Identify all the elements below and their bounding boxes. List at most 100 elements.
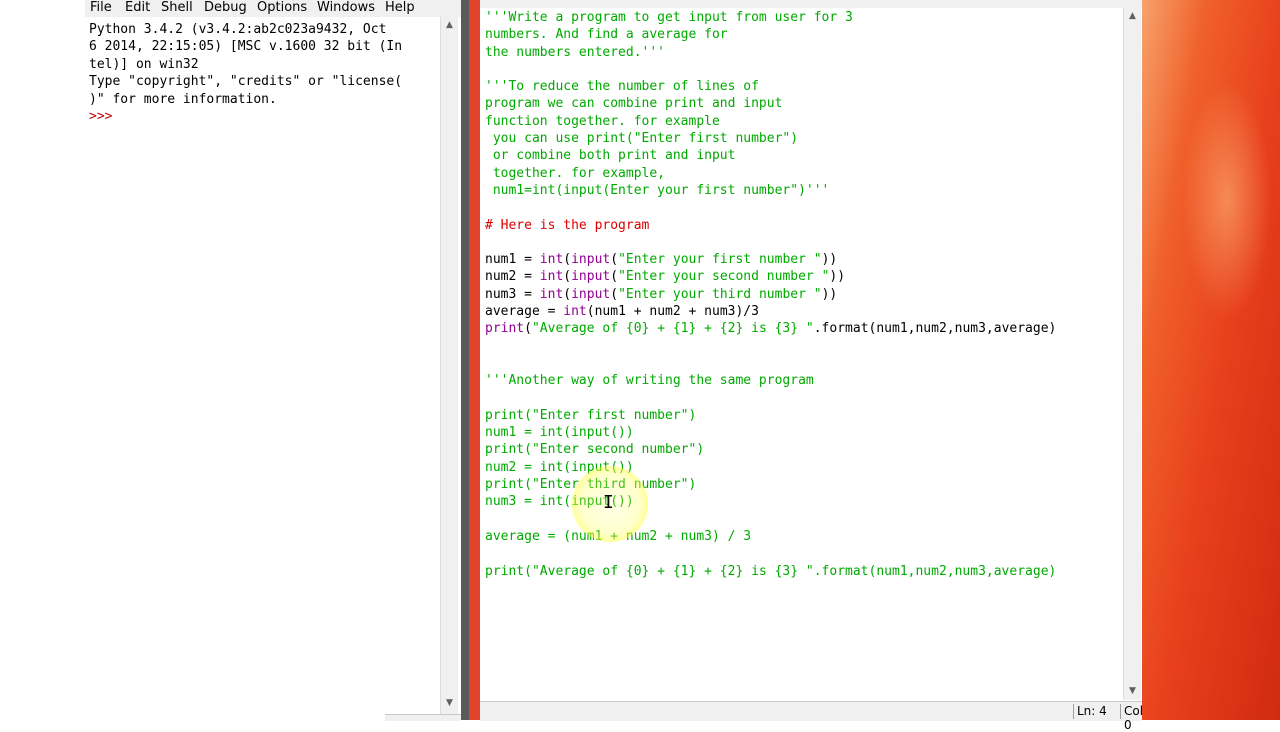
menu-shell[interactable]: Shell [161,0,193,16]
code-token: input [571,286,611,302]
code-line: average = int(num1 + num2 + num3)/3 [485,303,1125,320]
code-token: or combine both print and input [485,148,736,164]
desktop-glow [1182,80,1272,320]
code-line: print("Enter first number") [485,407,1125,424]
code-line: '''Another way of writing the same progr… [485,372,1125,389]
menu-windows[interactable]: Windows [317,0,375,16]
shell-scrollbar[interactable]: ▲ ▼ [440,17,458,717]
code-token: )) [821,252,838,268]
code-token: "Enter your first number " [618,252,822,268]
editor-title-edge [480,0,1142,8]
code-token: int [539,252,564,268]
shell-line: 6 2014, 22:15:05) [MSC v.1600 32 bit (In [89,39,403,55]
code-token: .format(num1,num2,num3,average) [813,321,1057,337]
code-line: '''To reduce the number of lines of [485,78,1125,95]
status-divider [1073,704,1074,719]
scroll-up-icon[interactable]: ▲ [441,17,458,34]
code-token: print("Enter first number") [485,407,697,423]
code-line: num3 = int(input("Enter your third numbe… [485,286,1125,303]
menu-options[interactable]: Options [257,0,307,16]
text-cursor-icon: I [603,492,614,513]
shell-prompt[interactable]: >>> [89,108,441,125]
code-token: num1 = int(input()) [485,425,634,441]
code-token: int [539,269,564,285]
scroll-down-icon[interactable]: ▼ [1124,683,1141,700]
editor-status-bar: Ln: 4 Col: 0 [480,701,1147,732]
code-token: '''Write a program to get input from use… [485,10,853,25]
code-token: ( [563,252,572,268]
desktop-background-edge [469,0,480,720]
code-line: num1 = int(input("Enter your first numbe… [485,251,1125,268]
code-token: ( [563,269,572,285]
code-line: num2 = int(input()) [485,459,1125,476]
code-token: ( [610,269,619,285]
code-token: (num1 + num2 + num3)/3 [586,304,759,320]
code-line: program we can combine print and input [485,95,1125,112]
code-token: you can use print("Enter first number") [485,131,799,147]
code-token: print("Average of {0} + {1} + {2} is {3}… [485,563,1057,579]
menu-help[interactable]: Help [385,0,415,16]
code-line: function together. for example [485,113,1125,130]
code-token: "Enter your third number " [618,286,822,302]
code-line: num1=int(input(Enter your first number")… [485,182,1125,199]
code-line: # Here is the program [485,217,1125,234]
code-token: input [571,252,611,268]
code-token: "Average of {0} + {1} + {2} is {3} " [531,321,814,337]
code-line: numbers. And find a average for [485,26,1125,43]
code-token: int [563,304,587,320]
code-line: average = (num1 + num2 + num3) / 3 [485,528,1125,545]
editor-scrollbar[interactable]: ▲ ▼ [1123,8,1141,700]
code-token: together. for example, [485,165,666,181]
code-line: num2 = int(input("Enter your second numb… [485,268,1125,285]
code-token: numbers. And find a average for [485,27,728,43]
code-token: ( [610,252,619,268]
code-token: int [539,286,564,302]
code-token: average = [485,304,564,320]
menu-debug[interactable]: Debug [204,0,247,16]
shell-output[interactable]: Python 3.4.2 (v3.4.2:ab2c023a9432, Oct 6 … [89,21,441,125]
code-token: num2 = [485,269,540,285]
code-line: print("Average of {0} + {1} + {2} is {3}… [485,563,1125,580]
shell-line: Type "copyright", "credits" or "license( [89,74,403,90]
scroll-down-icon[interactable]: ▼ [441,695,458,712]
code-token: )) [829,269,846,285]
code-line: the numbers entered.''' [485,44,1125,61]
code-token: the numbers entered.''' [485,44,666,60]
code-line: you can use print("Enter first number") [485,130,1125,147]
code-line: together. for example, [485,165,1125,182]
code-line: '''Write a program to get input from use… [485,9,1125,26]
window-gap [461,0,469,720]
code-token: num1=int(input(Enter your first number")… [485,182,830,198]
code-token: )) [821,286,838,302]
desktop-left-strip [0,0,85,720]
status-line-number: Ln: 4 [1077,704,1107,718]
editor-window: '''Write a program to get input from use… [480,0,1147,732]
code-token: print [485,321,525,337]
code-token: num3 = [485,286,540,302]
shell-line: )" for more information. [89,91,277,107]
code-line: num1 = int(input()) [485,424,1125,441]
menu-edit[interactable]: Edit [125,0,150,16]
code-token: ( [524,321,532,337]
menu-file[interactable]: File [90,0,112,16]
code-token: '''Another way of writing the same progr… [485,373,814,389]
code-token: # Here is the program [485,217,650,233]
scroll-up-icon[interactable]: ▲ [1124,8,1141,25]
code-token: num1 = [485,252,540,268]
code-line: print("Enter second number") [485,441,1125,458]
code-token: ( [610,286,619,302]
code-line: print("Average of {0} + {1} + {2} is {3}… [485,320,1125,337]
shell-menubar: File Edit Shell Debug Options Windows He… [85,0,461,17]
code-token: program we can combine print and input [485,96,783,112]
code-token: ( [563,286,572,302]
code-token: '''To reduce the number of lines of [485,79,759,95]
code-token: print("Enter second number") [485,442,705,458]
shell-line: tel)] on win32 [89,56,199,72]
